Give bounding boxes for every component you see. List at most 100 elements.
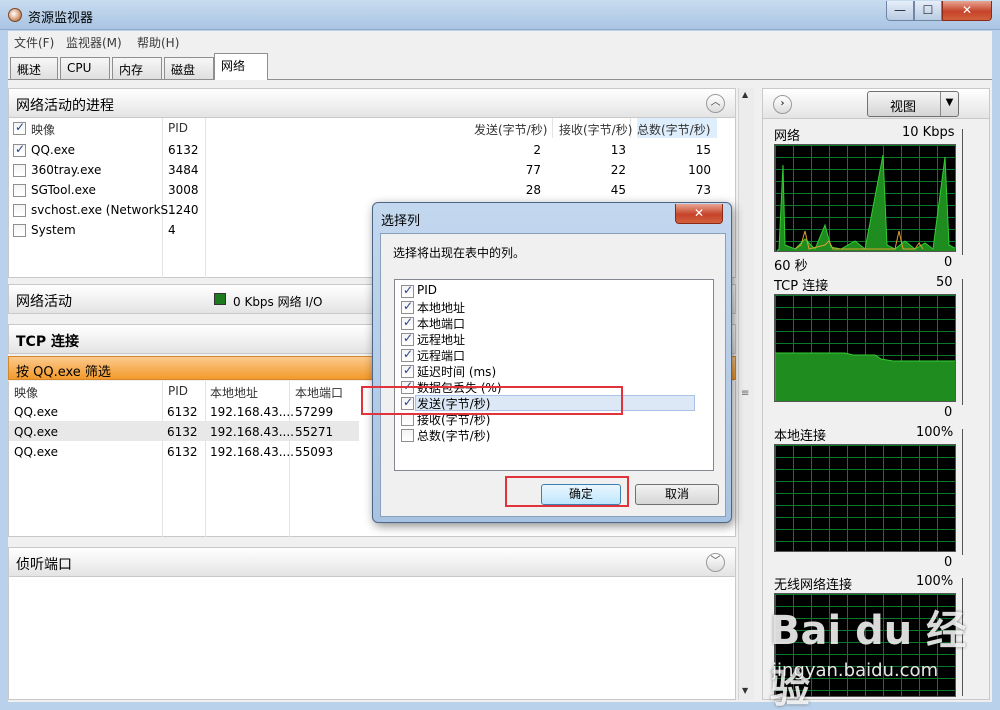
resource-monitor-icon <box>8 8 22 22</box>
minimize-button[interactable]: — <box>886 1 914 21</box>
dialog-body: 选择将出现在表中的列。 ✓ PID ✓ 本地地址 ✓ 本地端口 ✓ 远程地址 ✓… <box>380 233 726 517</box>
row-checkbox[interactable] <box>13 164 26 177</box>
row-checkbox[interactable] <box>13 224 26 237</box>
menu-help[interactable]: 帮助(H) <box>137 34 179 51</box>
process-send: 77 <box>525 163 541 177</box>
window-title: 资源监视器 <box>28 11 94 26</box>
tcp-pid: 6132 <box>167 405 198 419</box>
cancel-button[interactable]: 取消 <box>635 484 719 505</box>
process-image: svchost.exe (NetworkS... <box>31 203 180 217</box>
column-label: 本地端口 <box>417 317 466 331</box>
graph-tcp <box>774 294 956 402</box>
graph-tcp-label: TCP 连接 <box>774 279 829 294</box>
tcp-local-port: 55271 <box>295 425 334 439</box>
tcp-col-image[interactable]: 映像 <box>14 381 38 401</box>
row-checkbox[interactable] <box>13 204 26 217</box>
process-send: 28 <box>525 183 541 197</box>
column-label: 总数(字节/秒) <box>417 429 491 443</box>
collapse-up-icon[interactable]: ︿ <box>706 94 725 113</box>
expand-down-icon[interactable]: ﹀ <box>706 553 725 572</box>
expand-right-icon[interactable]: › <box>773 95 792 114</box>
dialog-close-button[interactable]: ✕ <box>675 204 723 224</box>
network-io-status: 0 Kbps 网络 I/O <box>233 295 323 309</box>
maximize-button[interactable]: ☐ <box>914 1 942 21</box>
tab-overview[interactable]: 概述 <box>10 57 58 79</box>
process-pid: 3484 <box>168 163 199 177</box>
graph-panel-header: › 视图 ▼ <box>763 89 989 119</box>
tcp-col-pid[interactable]: PID <box>168 381 188 401</box>
process-image: System <box>31 223 76 237</box>
process-pid: 3008 <box>168 183 199 197</box>
splitter-grip-icon[interactable]: ≡ <box>741 388 749 399</box>
column-checkbox[interactable]: ✓ <box>401 331 414 346</box>
tab-strip: 概述 CPU 内存 磁盘 网络 <box>8 51 992 80</box>
graph-network-min: 0 <box>944 255 953 270</box>
menu-monitor[interactable]: 监视器(M) <box>66 34 122 51</box>
tcp-local-addr: 192.168.43.... <box>210 445 294 459</box>
col-send[interactable]: 发送(字节/秒) <box>474 118 547 138</box>
process-image: QQ.exe <box>31 143 75 157</box>
process-pid: 4 <box>168 223 176 237</box>
view-button[interactable]: 视图 ▼ <box>867 91 959 117</box>
graph-local-min: 0 <box>944 555 953 570</box>
tcp-panel-title: TCP 连接 <box>16 334 79 350</box>
menu-bar: 文件(F) 监视器(M) 帮助(H) <box>8 31 992 51</box>
network-io-indicator <box>214 293 226 305</box>
column-checkbox[interactable]: ✓ <box>401 299 414 314</box>
title-bar: 资源监视器 — ☐ ✕ <box>0 0 1000 30</box>
graph-network-label: 网络 <box>774 129 801 144</box>
tab-disk[interactable]: 磁盘 <box>164 57 214 79</box>
process-image: 360tray.exe <box>31 163 102 177</box>
tab-cpu[interactable]: CPU <box>60 57 110 79</box>
menu-file[interactable]: 文件(F) <box>14 34 54 51</box>
col-image[interactable]: 映像 <box>31 118 55 138</box>
tab-memory[interactable]: 内存 <box>112 57 162 79</box>
col-recv[interactable]: 接收(字节/秒) <box>559 118 632 138</box>
scroll-down-arrow-icon[interactable]: ▼ <box>742 686 748 695</box>
process-pid: 1240 <box>168 203 199 217</box>
network-graph-lines <box>776 154 955 251</box>
select-columns-dialog: 选择列 ✕ 选择将出现在表中的列。 ✓ PID ✓ 本地地址 ✓ 本地端口 ✓ … <box>372 202 732 523</box>
process-recv: 45 <box>610 183 626 197</box>
tcp-pid: 6132 <box>167 425 198 439</box>
graph-tcp-min: 0 <box>944 405 953 420</box>
select-all-checkbox[interactable]: ✓ <box>13 120 26 135</box>
graph-local-connection <box>774 444 956 552</box>
column-checkbox[interactable]: ✓ <box>401 347 414 362</box>
column-checkbox[interactable]: ✓ <box>401 283 414 298</box>
col-total[interactable]: 总数(字节/秒) <box>637 118 717 138</box>
row-checkbox[interactable] <box>13 184 26 197</box>
tcp-local-port: 57299 <box>295 405 334 419</box>
tcp-local-addr: 192.168.43.... <box>210 425 294 439</box>
column-checkbox[interactable]: ✓ <box>401 363 414 378</box>
col-pid[interactable]: PID <box>168 118 188 138</box>
graph-network-max: 10 Kbps <box>902 125 955 140</box>
annotation-box-ok-button <box>505 476 629 507</box>
tcp-col-local-port[interactable]: 本地端口 <box>295 381 343 401</box>
column-label: 本地地址 <box>417 301 466 315</box>
column-checkbox[interactable]: ✓ <box>401 315 414 330</box>
dialog-title: 选择列 <box>381 214 421 229</box>
dialog-prompt: 选择将出现在表中的列。 <box>393 246 526 260</box>
scroll-up-arrow-icon[interactable]: ▲ <box>742 90 748 99</box>
processes-panel-title: 网络活动的进程 <box>16 98 114 114</box>
tcp-local-port: 55093 <box>295 445 334 459</box>
close-button[interactable]: ✕ <box>942 1 992 21</box>
process-total: 100 <box>688 163 711 177</box>
listening-panel-header[interactable]: 侦听端口 ﹀ <box>8 547 736 577</box>
column-label: 远程地址 <box>417 333 466 347</box>
dropdown-arrow-icon[interactable]: ▼ <box>940 92 958 116</box>
row-checkbox[interactable]: ✓ <box>13 142 26 157</box>
tcp-col-local-addr[interactable]: 本地地址 <box>210 381 258 401</box>
tab-network[interactable]: 网络 <box>214 53 268 80</box>
view-button-label: 视图 <box>890 100 917 115</box>
graph-local-label: 本地连接 <box>774 429 827 444</box>
processes-panel-header[interactable]: 网络活动的进程 ︿ <box>8 88 736 118</box>
graph-network-time: 60 秒 <box>774 259 808 274</box>
columns-list[interactable]: ✓ PID ✓ 本地地址 ✓ 本地端口 ✓ 远程地址 ✓ 远程端口 ✓ 延迟时间… <box>394 279 714 471</box>
tcp-image: QQ.exe <box>14 405 58 419</box>
listening-area <box>8 577 736 700</box>
graph-panel: › 视图 ▼ 网络 10 Kbps 60 秒 0 TCP 连接 50 0 本地连… <box>762 88 990 700</box>
process-recv: 22 <box>610 163 626 177</box>
column-checkbox[interactable] <box>401 429 414 442</box>
